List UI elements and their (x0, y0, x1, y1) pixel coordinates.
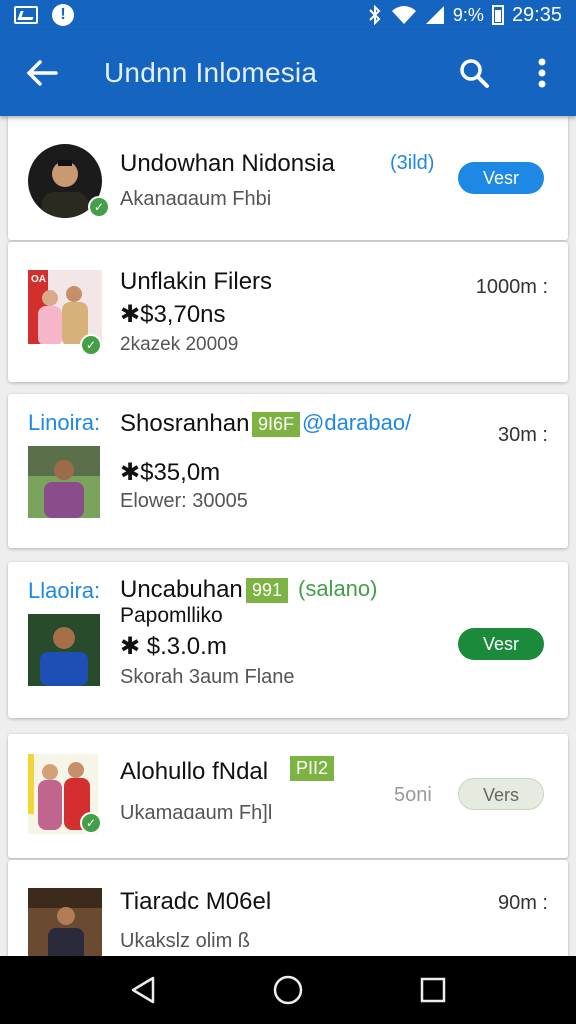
item-time: 5oni (394, 784, 432, 806)
product-image (28, 888, 102, 956)
verified-check-icon: ✓ (80, 812, 102, 834)
item-name: Undowhan Nidonsia (120, 150, 335, 177)
view-button[interactable]: Vers (458, 778, 544, 810)
nav-back-button[interactable] (113, 960, 173, 1020)
wifi-icon (391, 6, 416, 24)
status-bar: ! 9:% 29:35 (0, 0, 576, 30)
item-name: Shosranhan (120, 410, 250, 437)
clock: 29:35 (511, 3, 562, 26)
search-button[interactable] (440, 30, 508, 116)
nav-home-button[interactable] (258, 960, 318, 1020)
item-name-secondary: Papomlliko (120, 604, 223, 627)
item-subtitle: Skorah 3aum Flane (120, 666, 295, 688)
nav-back-icon (131, 976, 154, 1004)
image-icon (14, 6, 38, 24)
battery-text: 9:% (452, 4, 484, 25)
app-bar: Undnn Inlomesia (0, 30, 576, 116)
item-time[interactable]: 90m : (498, 892, 548, 915)
item-time[interactable]: 30m : (498, 424, 548, 447)
item-tag: (salano) (298, 576, 378, 601)
nav-home-icon (273, 975, 303, 1005)
item-badge: 9I6F (252, 412, 301, 437)
thumb-label: OA (31, 274, 46, 285)
search-icon (460, 59, 489, 88)
verified-check-icon: ✓ (88, 196, 110, 218)
list-item[interactable]: Linoira: Shosranhan 9I6F @darabao/ 30m :… (8, 394, 568, 548)
item-price: ✱ $.3.0.m (120, 633, 227, 660)
nav-recents-icon (421, 977, 446, 1003)
signal-icon (425, 6, 444, 24)
item-category-label: Linoira: (28, 410, 101, 435)
item-subtitle: Ukamaɑaum Fh]l (120, 802, 273, 824)
product-image: OA (28, 270, 102, 344)
item-subtitle: Elower: 30005 (120, 490, 248, 512)
list-item[interactable]: ✓ Alohullo fNdal PII2 Ukamaɑaum Fh]l 5on… (8, 734, 568, 858)
view-button[interactable]: Vesr (458, 628, 544, 660)
item-name: Unflakin Filers (120, 268, 273, 295)
list-item[interactable]: ✓ Undowhan Nidonsia Akanaɑaum Fhbi (3ild… (8, 116, 568, 240)
list-item[interactable]: Llaoira: Uncabuhan 991 (salano) Papomlli… (8, 562, 568, 718)
item-price: ✱$3,70ns (120, 301, 226, 328)
item-subtitle: 2kazek 20009 (120, 334, 239, 355)
bluetooth-icon (369, 5, 381, 25)
more-vert-icon (538, 58, 546, 88)
item-subtitle: Akanaɑaum Fhbi (120, 188, 272, 210)
list-item[interactable]: Tiaradc M06el 90m : Ukakslz olim ß (8, 860, 568, 956)
item-time[interactable]: 1000m : (476, 276, 548, 299)
product-image (28, 614, 100, 686)
item-price: ✱$35,0m (120, 459, 221, 486)
back-arrow-icon (26, 60, 58, 86)
view-button[interactable]: Vesr (458, 162, 544, 194)
item-name: Tiaradc M06el (120, 888, 272, 915)
listing-list: ✓ Undowhan Nidonsia Akanaɑaum Fhbi (3ild… (0, 116, 576, 956)
system-nav-bar (0, 956, 576, 1024)
verified-check-icon: ✓ (80, 334, 102, 356)
item-tag: (3ild) (390, 152, 435, 174)
item-category-label: Llaoira: (28, 578, 101, 603)
nav-recents-button[interactable] (403, 960, 463, 1020)
item-badge: PII2 (290, 756, 335, 781)
more-options-button[interactable] (508, 30, 576, 116)
product-image (28, 446, 100, 518)
item-tag: @darabao/ (302, 410, 412, 435)
item-badge: 991 (246, 578, 289, 603)
back-button[interactable] (0, 30, 84, 116)
page-title: Undnn Inlomesia (104, 57, 318, 88)
item-name: Alohullo fNdal (120, 758, 269, 785)
battery-icon (491, 5, 504, 25)
alert-icon: ! (52, 4, 74, 26)
item-subtitle: Ukakslz olim ß (120, 930, 251, 952)
item-name: Uncabuhan (120, 576, 243, 603)
list-item[interactable]: OA ✓ Unflakin Filers ✱$3,70ns 2kazek 200… (8, 242, 568, 382)
